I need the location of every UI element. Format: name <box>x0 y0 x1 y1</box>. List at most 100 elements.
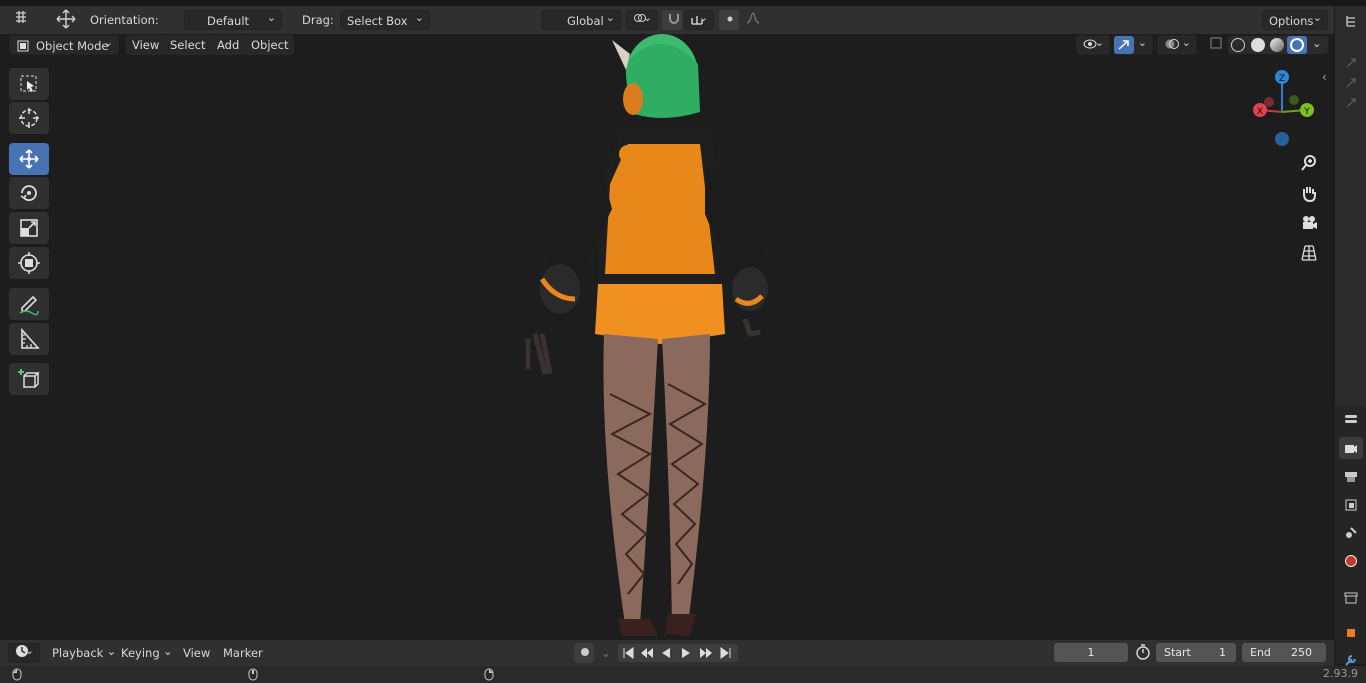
snap-target-dropdown[interactable] <box>684 8 714 30</box>
add-menu[interactable]: Add <box>211 35 246 55</box>
navigation-gizmo[interactable]: Z Y X <box>1246 64 1316 154</box>
play-icon[interactable] <box>680 647 692 659</box>
output-properties-icon[interactable] <box>1340 466 1362 488</box>
overlays-dropdown[interactable] <box>1157 33 1197 55</box>
drag-label: Drag: <box>302 13 334 27</box>
drag-value: Select Box <box>347 14 408 28</box>
gizmo-y-label: Y <box>1303 107 1310 117</box>
start-frame-label: Start <box>1164 646 1191 659</box>
jump-keyframe-forward-icon[interactable] <box>699 647 713 659</box>
rendered-shading-icon[interactable] <box>1287 36 1307 54</box>
move-tool[interactable] <box>9 143 49 175</box>
keying-menu[interactable]: Keying ⌄ <box>115 643 178 663</box>
end-frame-value: 250 <box>1291 646 1312 659</box>
playback-menu[interactable]: Playback ⌄ <box>46 643 121 663</box>
proportional-edit-toggle[interactable] <box>719 10 739 30</box>
measure-tool[interactable] <box>9 323 49 355</box>
jump-end-icon[interactable] <box>720 647 732 659</box>
zoom-icon[interactable] <box>1298 152 1320 174</box>
solid-shading-icon[interactable] <box>1251 38 1265 52</box>
shading-options-chevron-icon[interactable]: ⌄ <box>1312 36 1322 50</box>
editor-type-icon <box>16 11 26 23</box>
editor-type-button[interactable] <box>8 10 40 30</box>
wireframe-shading-icon[interactable] <box>1231 38 1245 52</box>
current-frame-field[interactable]: 1 <box>1054 643 1128 662</box>
snap-toggle[interactable] <box>662 10 682 30</box>
timeline-editor-type-button[interactable] <box>8 641 40 663</box>
rotate-tool[interactable] <box>9 177 49 209</box>
timeline-view-menu[interactable]: View <box>177 643 216 663</box>
playback-controls <box>618 644 738 662</box>
perspective-grid-icon[interactable] <box>1298 242 1320 264</box>
gizmo-z-label: Z <box>1279 74 1285 84</box>
object-mode-label: Object Mode <box>36 39 109 53</box>
cursor-tool[interactable] <box>9 102 49 134</box>
scale-tool[interactable] <box>9 212 49 244</box>
cursor-crosshair-icon <box>19 108 39 128</box>
tool-properties-icon[interactable] <box>1340 408 1362 430</box>
jump-start-icon[interactable] <box>622 647 634 659</box>
gizmo-x-label: X <box>1257 107 1263 117</box>
falloff-curve-icon <box>746 12 760 24</box>
transform-space-value: Global <box>567 14 604 28</box>
status-bar: 2.93.9 <box>0 666 1366 683</box>
render-properties-icon[interactable] <box>1339 437 1363 459</box>
annotate-pencil-icon <box>19 295 39 316</box>
3d-viewport[interactable]: Object Mode View Select Add Object ⌄ ‹ <box>0 33 1334 636</box>
select-menu[interactable]: Select <box>164 35 212 55</box>
view-menu[interactable]: View <box>126 35 166 55</box>
start-frame-field[interactable]: Start 1 <box>1156 643 1236 662</box>
outliner-panel-edge <box>1334 6 1366 406</box>
world-properties-icon[interactable] <box>1340 550 1362 572</box>
add-cube-icon <box>18 369 40 388</box>
visibility-check-icon-3[interactable] <box>1340 92 1362 114</box>
mouse-left-icon <box>12 668 22 681</box>
scene-properties-icon[interactable] <box>1340 522 1362 544</box>
eye-icon <box>1083 39 1097 49</box>
options-dropdown[interactable]: Options <box>1262 8 1328 30</box>
xray-icon <box>1210 37 1222 49</box>
xray-toggle[interactable] <box>1204 35 1224 55</box>
shading-modes: ⌄ <box>1228 36 1328 54</box>
marker-menu[interactable]: Marker <box>217 643 269 663</box>
object-mode-icon <box>17 40 29 52</box>
keying-set-dropdown[interactable]: ⌄ <box>595 643 611 663</box>
tool-settings-header: Orientation: Default Drag: Select Box Gl… <box>0 6 1334 34</box>
character-model[interactable] <box>500 34 800 636</box>
material-shading-icon[interactable] <box>1270 38 1284 52</box>
current-frame-value: 1 <box>1087 646 1095 659</box>
camera-view-icon[interactable] <box>1298 212 1320 234</box>
auto-keying-toggle[interactable] <box>574 643 594 663</box>
transform-icon <box>18 252 40 274</box>
collection-properties-icon[interactable] <box>1340 587 1362 609</box>
outliner-filter-icon[interactable] <box>1340 10 1362 32</box>
annotate-tool[interactable] <box>9 288 49 320</box>
transform-tool[interactable] <box>9 247 49 279</box>
orientation-value: Default <box>207 14 250 28</box>
object-properties-icon[interactable] <box>1340 622 1362 644</box>
gizmo-dropdown[interactable] <box>1113 33 1153 55</box>
play-reverse-icon[interactable] <box>660 647 672 659</box>
version-label: 2.93.9 <box>1323 667 1358 680</box>
view-layer-properties-icon[interactable] <box>1340 494 1362 516</box>
object-mode-dropdown[interactable]: Object Mode <box>9 33 119 55</box>
pivot-point-dropdown[interactable] <box>626 8 658 30</box>
visibility-check-icon-2[interactable] <box>1340 72 1362 94</box>
select-box-icon <box>20 75 37 92</box>
overlay-circles-icon <box>1165 39 1179 49</box>
falloff-dropdown[interactable] <box>740 10 770 30</box>
jump-keyframe-back-icon[interactable] <box>640 647 654 659</box>
select-box-tool[interactable] <box>9 68 49 100</box>
visibility-check-icon[interactable] <box>1340 52 1362 74</box>
drag-dropdown[interactable]: Select Box <box>340 8 430 30</box>
transform-space-dropdown[interactable]: Global <box>541 8 621 30</box>
hand-pan-icon[interactable] <box>1298 182 1320 204</box>
add-cube-tool[interactable] <box>9 363 49 395</box>
orientation-dropdown[interactable]: Default <box>184 8 282 30</box>
sidebar-toggle-chevron-icon[interactable]: ‹ <box>1322 70 1327 84</box>
stopwatch-icon[interactable] <box>1135 644 1151 663</box>
end-frame-field[interactable]: End 250 <box>1242 643 1326 662</box>
object-menu[interactable]: Object <box>245 35 295 55</box>
mouse-middle-icon <box>248 668 258 681</box>
visibility-dropdown[interactable] <box>1076 33 1110 55</box>
